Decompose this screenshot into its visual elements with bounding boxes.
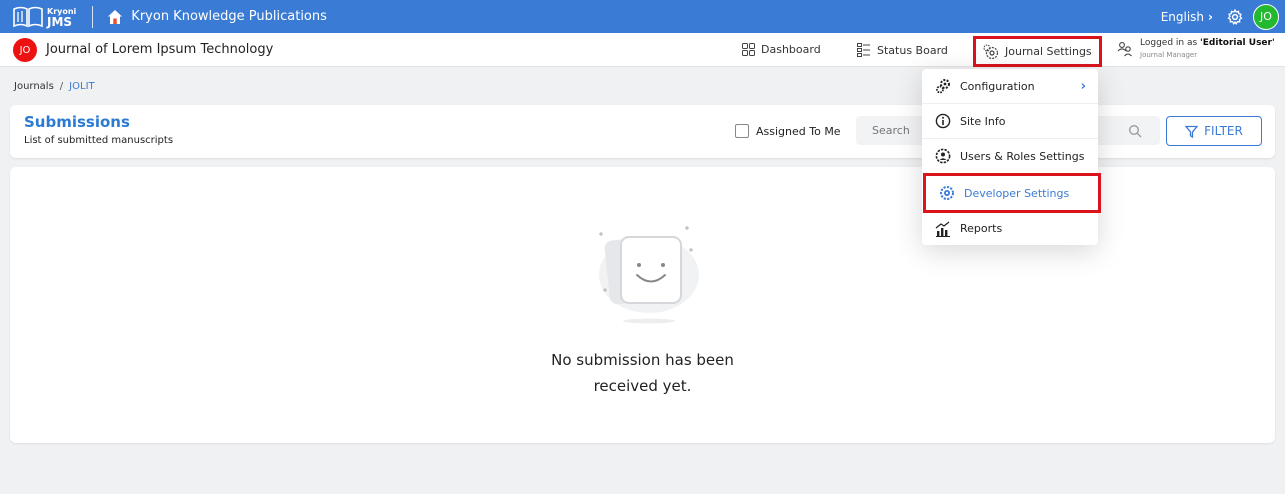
header-right-controls: English › JO [1161, 0, 1279, 33]
menu-item-users-roles-label: Users & Roles Settings [960, 149, 1085, 163]
assigned-to-me-label: Assigned To Me [756, 124, 841, 138]
journal-badge: JO [13, 38, 37, 62]
language-label: English [1160, 9, 1205, 24]
menu-item-developer-settings[interactable]: Developer Settings [923, 173, 1101, 213]
empty-state-line-1: No submission has been [551, 351, 734, 369]
user-avatar[interactable]: JO [1253, 3, 1279, 30]
logged-in-prefix: Logged in as [1140, 38, 1201, 48]
menu-item-reports[interactable]: Reports [922, 211, 1098, 246]
menu-item-reports-label: Reports [960, 222, 1003, 235]
nav-dashboard-label: Dashboard [761, 43, 821, 56]
chevron-right-icon: › [1208, 9, 1213, 24]
empty-state-message: No submission has been received yet. [10, 347, 1275, 399]
chevron-right-icon: › [1080, 78, 1086, 94]
menu-item-users-roles[interactable]: Users & Roles Settings [922, 139, 1098, 174]
nav-journal-settings[interactable]: Journal Settings [973, 36, 1102, 67]
status-board-icon [857, 43, 870, 57]
grid-icon [742, 43, 755, 56]
language-selector[interactable]: English › [1161, 10, 1213, 24]
nav-status-board-label: Status Board [877, 43, 948, 57]
organization-name[interactable]: Kryon Knowledge Publications [131, 9, 327, 24]
menu-item-configuration-label: Configuration [960, 79, 1035, 93]
config-gears-icon [936, 79, 950, 94]
settings-gears-icon [983, 43, 999, 59]
book-logo-icon [13, 6, 43, 27]
breadcrumb-separator: / [59, 81, 64, 92]
nav-journal-settings-label: Journal Settings [1005, 45, 1092, 58]
logo-big-text: JMS [47, 14, 73, 29]
filter-button[interactable]: FILTER [1166, 116, 1262, 146]
menu-item-configuration[interactable]: Configuration › [922, 69, 1098, 104]
users-roles-icon [935, 148, 951, 164]
gear-icon[interactable] [1227, 8, 1243, 25]
menu-item-developer-settings-label: Developer Settings [964, 186, 1070, 200]
search-icon[interactable] [1128, 124, 1142, 138]
reports-chart-icon [935, 220, 950, 237]
logo-text: Kryoni JMS [47, 7, 76, 29]
info-icon [935, 113, 951, 129]
filter-funnel-icon [1185, 125, 1199, 138]
user-role: Journal Manager [1140, 51, 1198, 59]
breadcrumb: Journals / JOLIT [14, 81, 95, 92]
journal-title[interactable]: Journal of Lorem Ipsum Technology [46, 42, 273, 57]
menu-item-site-info-label: Site Info [960, 114, 1006, 128]
logged-in-user-name: 'Editorial User' [1200, 38, 1275, 48]
header-divider [92, 5, 94, 28]
breadcrumb-current[interactable]: JOLIT [69, 81, 94, 92]
assigned-to-me-checkbox[interactable] [735, 124, 749, 138]
journal-nav-bar: JO Journal of Lorem Ipsum Technology Das… [0, 33, 1285, 67]
user-info: Logged in as 'Editorial User' Journal Ma… [1140, 37, 1275, 61]
filter-button-label: FILTER [1204, 124, 1243, 138]
logged-in-as: Logged in as 'Editorial User' [1140, 37, 1275, 49]
nav-dashboard[interactable]: Dashboard [742, 43, 821, 56]
empty-state-line-2: received yet. [593, 377, 692, 395]
page-title: Submissions [24, 113, 130, 131]
user-switch-icon[interactable] [1117, 41, 1133, 57]
home-icon[interactable] [107, 9, 123, 25]
assigned-to-me-filter[interactable]: Assigned To Me [735, 124, 841, 138]
menu-item-site-info[interactable]: Site Info [922, 104, 1098, 139]
empty-state-illustration [599, 226, 699, 324]
nav-status-board[interactable]: Status Board [857, 43, 948, 57]
top-header-bar: Kryoni JMS Kryon Knowledge Publications … [0, 0, 1285, 33]
app-logo[interactable]: Kryoni JMS [12, 0, 76, 33]
developer-gear-icon [940, 186, 954, 200]
journal-settings-dropdown: Configuration › Site Info Users & Roles … [922, 69, 1101, 246]
breadcrumb-journals[interactable]: Journals [14, 81, 54, 92]
page-subtitle: List of submitted manuscripts [24, 135, 174, 146]
